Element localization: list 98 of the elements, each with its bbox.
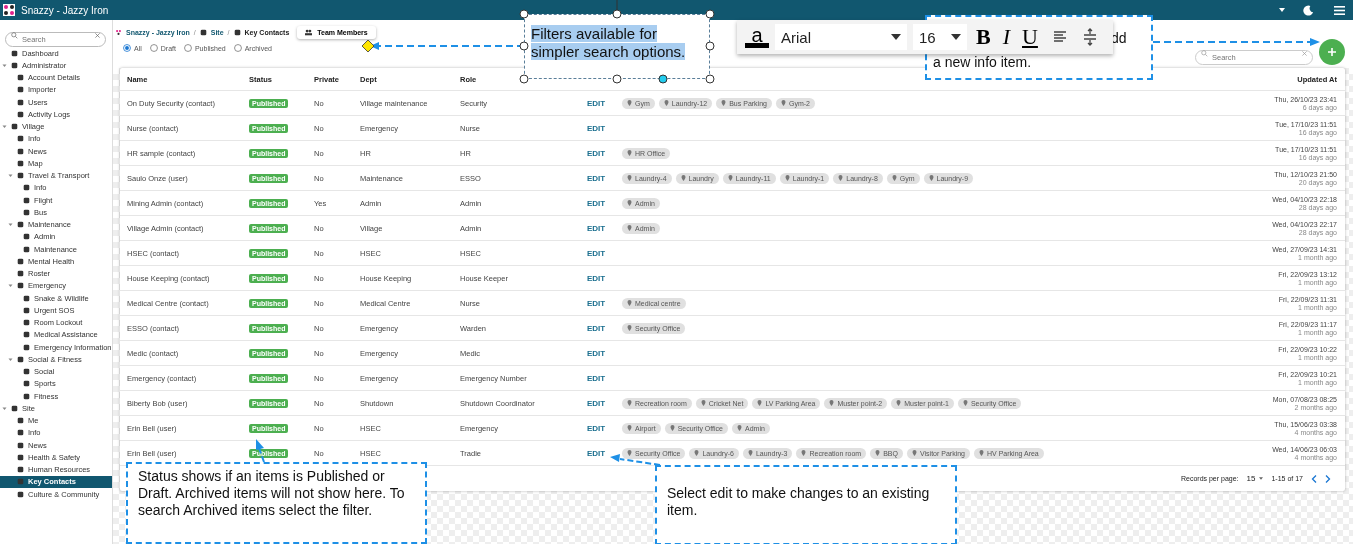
plus-icon xyxy=(1327,47,1337,57)
breadcrumb-icon xyxy=(199,28,207,36)
pin-icon xyxy=(680,175,686,181)
pin-icon xyxy=(727,175,733,181)
callout-text: Filters available for simpler search options. xyxy=(524,14,710,79)
resize-handle[interactable] xyxy=(519,74,529,84)
people-icon xyxy=(305,28,313,36)
edit-link[interactable]: EDIT xyxy=(587,423,606,433)
per-page-select[interactable]: 15 xyxy=(1246,474,1264,483)
pin-icon xyxy=(829,400,835,406)
caret-icon xyxy=(1259,477,1264,480)
resize-handle[interactable] xyxy=(612,74,622,84)
edit-link[interactable]: EDIT xyxy=(587,398,606,408)
resize-handle[interactable] xyxy=(705,74,715,84)
menu-icon[interactable] xyxy=(1334,5,1345,15)
edit-link[interactable]: EDIT xyxy=(587,373,606,383)
format-button[interactable]: B xyxy=(973,24,994,50)
callout-text: a new info item. xyxy=(933,54,1032,71)
edit-link[interactable]: EDIT xyxy=(587,123,606,133)
pin-icon xyxy=(721,100,727,106)
pin-icon xyxy=(627,100,632,106)
edit-link[interactable]: EDIT xyxy=(587,448,606,458)
logo-icon xyxy=(115,28,122,36)
pin-icon xyxy=(627,425,632,431)
pin-icon xyxy=(757,400,763,406)
pin-icon xyxy=(669,425,675,431)
moon-icon[interactable] xyxy=(1303,4,1314,16)
format-button[interactable]: I xyxy=(999,24,1013,50)
caret-icon xyxy=(951,34,961,40)
edit-link[interactable]: EDIT xyxy=(587,223,606,233)
callout-text: Select edit to make changes to an existing item. xyxy=(655,465,957,544)
pin-icon xyxy=(627,400,632,406)
edit-link[interactable]: EDIT xyxy=(587,98,606,108)
pin-icon xyxy=(896,400,902,406)
resize-handle[interactable] xyxy=(519,9,529,19)
pin-icon xyxy=(627,325,632,331)
pin-icon xyxy=(912,450,917,456)
pin-icon xyxy=(700,400,706,406)
caret-icon xyxy=(2,62,7,68)
font-size-select[interactable]: 16 xyxy=(913,24,967,50)
edit-link[interactable]: EDIT xyxy=(587,348,606,358)
edit-link[interactable]: EDIT xyxy=(587,248,606,258)
pin-icon xyxy=(663,100,669,106)
caret-icon xyxy=(2,405,7,411)
edit-link[interactable]: EDIT xyxy=(587,198,606,208)
resize-handle[interactable] xyxy=(612,9,622,19)
caret-icon xyxy=(891,34,901,40)
pin-icon xyxy=(891,175,897,181)
resize-handle[interactable] xyxy=(658,74,668,84)
resize-handle[interactable] xyxy=(705,41,715,51)
pin-icon xyxy=(627,200,632,206)
chevron-left-icon[interactable] xyxy=(1311,474,1317,483)
pin-icon xyxy=(801,450,807,456)
search-icon xyxy=(1201,50,1208,57)
caret-icon xyxy=(8,173,13,179)
pin-icon xyxy=(737,425,742,431)
pin-icon xyxy=(627,225,632,231)
line-spacing-icon[interactable] xyxy=(1082,28,1097,46)
pin-icon xyxy=(838,175,844,181)
search-icon xyxy=(11,32,18,39)
edit-link[interactable]: EDIT xyxy=(587,148,606,158)
pin-icon xyxy=(627,450,632,456)
radio-button[interactable] xyxy=(149,44,158,52)
pin-icon xyxy=(627,150,632,156)
format-button[interactable]: U xyxy=(1019,24,1041,50)
logo-icon xyxy=(3,4,15,16)
caret-icon xyxy=(2,124,7,130)
resize-handle[interactable] xyxy=(519,41,529,51)
align-left-icon[interactable] xyxy=(1052,30,1067,44)
breadcrumb-icon xyxy=(233,28,241,36)
pin-icon xyxy=(962,400,968,406)
callout-text: Status shows if an items is Published or Draft. Archived items will not show here. To search Archived items select the filter. xyxy=(126,462,427,544)
pin-icon xyxy=(875,450,881,456)
resize-handle[interactable] xyxy=(705,9,715,19)
caret-icon xyxy=(8,222,13,228)
pin-icon xyxy=(747,450,753,456)
pin-icon xyxy=(694,450,700,456)
radio-button[interactable] xyxy=(183,44,192,52)
pin-icon xyxy=(979,450,984,456)
edit-link[interactable]: EDIT xyxy=(587,273,606,283)
edit-link[interactable]: EDIT xyxy=(587,323,606,333)
pin-icon xyxy=(627,175,632,181)
caret-icon xyxy=(8,283,13,289)
pin-icon xyxy=(928,175,934,181)
edit-link[interactable]: EDIT xyxy=(587,298,606,308)
pin-icon xyxy=(784,175,790,181)
app-title: Snazzy - Jazzy Iron xyxy=(21,4,109,16)
radio-button[interactable] xyxy=(123,44,131,52)
chevron-right-icon[interactable] xyxy=(1325,474,1331,483)
pin-icon xyxy=(780,100,786,106)
caret-icon xyxy=(8,356,13,362)
caret-icon[interactable] xyxy=(1279,8,1285,12)
close-icon[interactable] xyxy=(94,32,101,39)
radio-button[interactable] xyxy=(233,44,242,52)
font-select[interactable]: Arial xyxy=(775,24,907,50)
font-color-button[interactable]: a xyxy=(745,26,769,48)
edit-link[interactable]: EDIT xyxy=(587,173,606,183)
pin-icon xyxy=(627,300,632,306)
